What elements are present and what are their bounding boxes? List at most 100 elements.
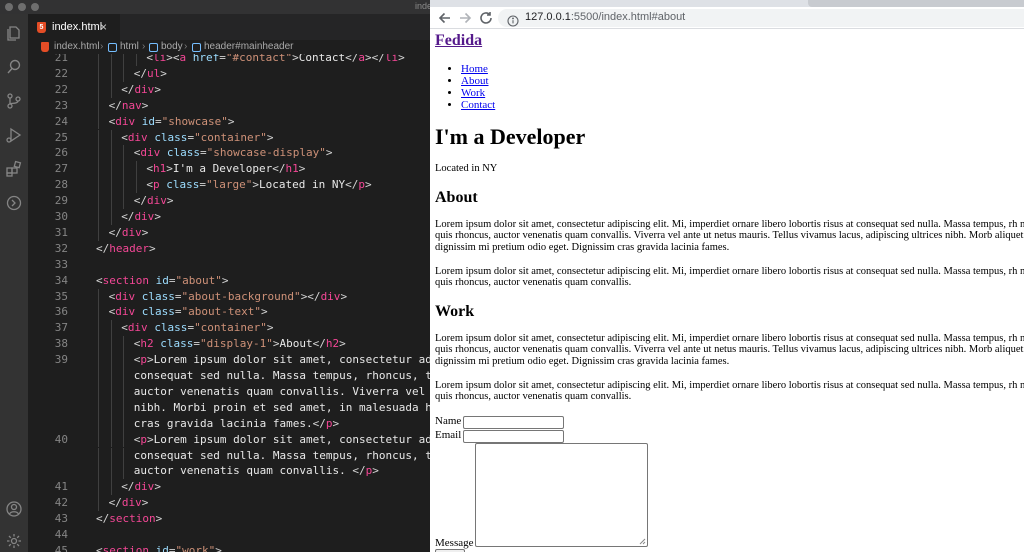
code-line: </div> (121, 209, 161, 225)
indent-guide (98, 431, 99, 448)
code-token: section (102, 543, 149, 552)
code-token: > (141, 225, 149, 239)
page-content: Fedida Home About Work Contact I'm a Dev… (430, 30, 1024, 552)
editor-titlebar: index.html (0, 0, 430, 14)
nav-link-contact[interactable]: Contact (461, 99, 495, 111)
code-token: class (141, 289, 175, 303)
code-token: > (166, 194, 174, 208)
close-window-button[interactable] (5, 3, 13, 11)
forward-arrow-icon[interactable] (457, 10, 473, 26)
line-number: 41 (54, 480, 68, 494)
code-token: class (141, 305, 175, 319)
extensions-icon[interactable] (5, 160, 23, 178)
code-area[interactable]: 21 <li><a href="#contact">Contact</a></li… (28, 54, 430, 552)
code-line: </section> (96, 511, 162, 527)
browser-tab-strip (430, 0, 1024, 7)
minimize-window-button[interactable] (18, 3, 26, 11)
indent-guide (123, 161, 125, 178)
indent-guide (110, 415, 112, 432)
run-debug-icon[interactable] (5, 126, 23, 144)
code-token: div (127, 130, 148, 144)
name-input[interactable] (463, 416, 564, 429)
code-token: About (279, 337, 313, 351)
account-icon[interactable] (5, 500, 23, 518)
line-number: 43 (54, 512, 68, 526)
code-line: </ul> (134, 66, 167, 82)
indent-guide (110, 479, 112, 496)
line-number: 28 (54, 178, 68, 192)
source-control-icon[interactable] (5, 92, 23, 110)
code-token: > (149, 241, 156, 255)
indent-guide (110, 54, 112, 66)
nav-link-work[interactable]: Work (461, 87, 485, 99)
nav-item: Contact (461, 99, 495, 111)
nav-list: Home About Work Contact (461, 63, 495, 111)
indent-guide (110, 161, 112, 178)
reload-icon[interactable] (478, 10, 494, 26)
line-number: 26 (54, 146, 68, 160)
line-number: 36 (54, 305, 68, 319)
code-token: "container" (194, 130, 267, 144)
browser-toolbar: 127.0.0.1:5500/index.html#about (430, 7, 1024, 29)
work-paragraph-1: Lorem ipsum dolor sit amet, consectetur … (435, 333, 1024, 367)
line-number: 42 (54, 496, 68, 510)
indent-guide (98, 113, 99, 130)
line-number: 23 (54, 98, 68, 112)
line-number: 21 (54, 54, 68, 64)
back-arrow-icon[interactable] (437, 10, 453, 26)
info-icon[interactable] (507, 12, 519, 27)
code-token: </ (108, 225, 122, 239)
indent-guide (98, 224, 99, 241)
message-textarea[interactable] (475, 443, 648, 547)
code-line: <div class="showcase-display"> (134, 145, 333, 161)
indent-guide (110, 209, 112, 225)
indent-guide (98, 145, 99, 162)
breadcrumb-item-header[interactable]: header#mainheader (204, 41, 294, 52)
code-token: id (141, 114, 155, 128)
search-icon[interactable] (5, 58, 23, 76)
indent-guide (123, 447, 125, 464)
code-token: </ (352, 464, 366, 478)
nav-link-home[interactable]: Home (461, 63, 488, 75)
code-token: </ (96, 241, 110, 255)
code-line: cras gravida lacinia fames.</p> (134, 416, 339, 432)
indent-guide (98, 81, 99, 98)
code-line: <h2 class="display-1">About</h2> (134, 336, 346, 352)
indent-guide (98, 479, 99, 496)
resize-grip-icon[interactable] (638, 537, 646, 545)
code-token: > (166, 162, 173, 176)
code-line: <div class="container"> (121, 320, 273, 336)
line-number: 22 (54, 82, 68, 96)
indent-guide (110, 431, 112, 448)
breadcrumb-item-file[interactable]: index.html (54, 41, 100, 52)
browser-tab[interactable] (808, 0, 1024, 7)
indent-guide (110, 399, 112, 416)
remote-explorer-icon[interactable] (5, 194, 23, 212)
indent-guide (98, 463, 99, 480)
close-tab-icon[interactable]: × (100, 20, 107, 34)
address-bar[interactable]: 127.0.0.1:5500/index.html#about (498, 9, 1024, 27)
code-token: "showcase-display" (206, 146, 326, 160)
code-token: h1 (285, 162, 299, 176)
breadcrumb-item-html[interactable]: html (120, 41, 139, 52)
indent-guide (110, 145, 112, 162)
code-token: div (147, 194, 167, 208)
code-token: "large" (206, 178, 253, 192)
maximize-window-button[interactable] (31, 3, 39, 11)
indent-guide (110, 447, 112, 464)
settings-gear-icon[interactable] (5, 532, 23, 550)
breadcrumb-item-body[interactable]: body (161, 41, 183, 52)
explorer-icon[interactable] (5, 24, 23, 42)
code-line: <h1>I'm a Developer</h1> (146, 161, 305, 177)
site-logo-link[interactable]: Fedida (435, 32, 482, 50)
indent-guide (98, 209, 99, 225)
indent-guide (110, 81, 112, 98)
code-token: ></ (300, 289, 321, 303)
code-line: <div class="about-background"></div> (109, 289, 347, 305)
code-token: < (121, 321, 128, 335)
nav-link-about[interactable]: About (461, 75, 489, 87)
email-input[interactable] (463, 430, 564, 443)
tab-index-html[interactable]: 5 index.html × (28, 14, 120, 40)
line-number: 22 (54, 66, 68, 80)
